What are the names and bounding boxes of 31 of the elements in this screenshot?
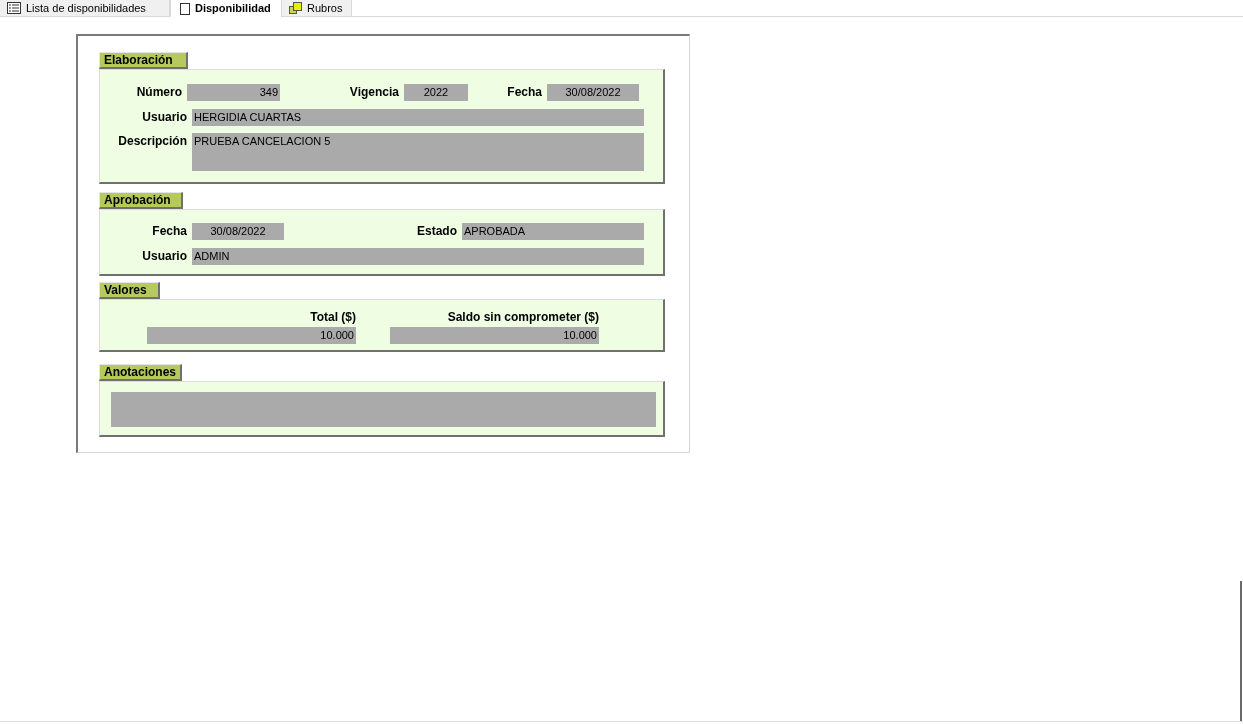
- tab[interactable]: Disponibilidad: [170, 0, 282, 17]
- section-header: Anotaciones: [99, 364, 182, 381]
- input-field[interactable]: 10.000: [147, 327, 356, 344]
- field-label: Total ($): [309, 310, 356, 325]
- input-field[interactable]: [111, 392, 656, 427]
- field-label: Número: [135, 84, 183, 101]
- field-label: Fecha: [506, 84, 543, 101]
- field-label: Fecha: [151, 223, 188, 240]
- input-field[interactable]: PRUEBA CANCELACION 5: [192, 133, 644, 171]
- list-icon: [7, 2, 21, 14]
- section-header: Valores: [99, 282, 160, 299]
- input-field[interactable]: 2022: [404, 83, 468, 101]
- field-label: Descripción: [117, 133, 188, 150]
- field-label: Usuario: [141, 109, 188, 126]
- input-field[interactable]: 10.000: [390, 327, 599, 344]
- input-field[interactable]: ADMIN: [192, 247, 644, 265]
- field-label: Estado: [416, 223, 458, 240]
- input-field[interactable]: APROBADA: [462, 222, 644, 240]
- stacked-squares-icon: [289, 2, 302, 14]
- input-field[interactable]: 30/08/2022: [192, 222, 284, 240]
- input-field[interactable]: 30/08/2022: [547, 83, 639, 101]
- tab[interactable]: Lista de disponibilidades: [0, 0, 170, 16]
- section-header: Elaboración: [99, 52, 188, 69]
- input-field[interactable]: 349: [187, 83, 280, 101]
- field-label: Vigencia: [348, 84, 400, 101]
- section-header: Aprobación: [99, 192, 183, 209]
- field-label: Saldo sin comprometer ($): [446, 310, 599, 325]
- field-label: Usuario: [141, 248, 188, 265]
- page-icon: [180, 2, 190, 15]
- tab[interactable]: Rubros: [282, 0, 352, 16]
- input-field[interactable]: HERGIDIA CUARTAS: [192, 108, 644, 126]
